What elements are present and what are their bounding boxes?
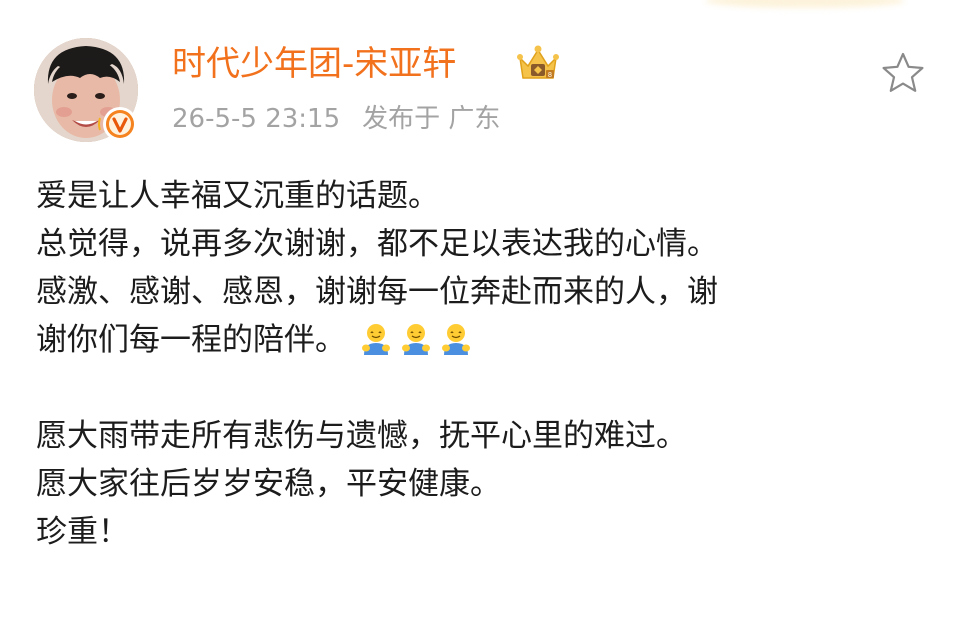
post-content: 爱是让人幸福又沉重的话题。 总觉得，说再多次谢谢，都不足以表达我的心情。 感激、… (36, 172, 936, 556)
post-line-text: 谢你们每一程的陪伴。 (36, 322, 346, 358)
star-outline-icon[interactable] (880, 50, 926, 96)
hug-emoji-icon (442, 324, 470, 355)
top-decoration (705, 0, 905, 8)
hug-emoji-icon (402, 324, 430, 355)
verified-badge-icon (98, 107, 137, 141)
post-line: 愿大雨带走所有悲伤与遗憾，抚平心里的难过。 (36, 418, 687, 454)
post-line: 珍重！ (36, 514, 129, 550)
post-line-with-emoji: 谢你们每一程的陪伴。 (36, 316, 936, 364)
post-time: 26-5-5 23:15 (172, 104, 341, 134)
post-location: 发布于 广东 (362, 104, 501, 134)
post-line: 愿大家往后岁岁安稳，平安健康。 (36, 466, 501, 502)
post-line: 总觉得，说再多次谢谢，都不足以表达我的心情。 (36, 226, 718, 262)
hug-emoji-icon (362, 324, 390, 355)
post-line: 爱是让人幸福又沉重的话题。 (36, 178, 439, 214)
crown-icon[interactable]: 8 (516, 44, 560, 84)
svg-text:8: 8 (548, 72, 552, 79)
emoji-group (358, 322, 478, 370)
post-meta: 26-5-5 23:15 发布于 广东 (172, 102, 500, 136)
author-name[interactable]: 时代少年团-宋亚轩 (172, 42, 456, 86)
avatar-container[interactable] (34, 38, 146, 150)
post-line: 感激、感谢、感恩，谢谢每一位奔赴而来的人，谢 (36, 274, 718, 310)
